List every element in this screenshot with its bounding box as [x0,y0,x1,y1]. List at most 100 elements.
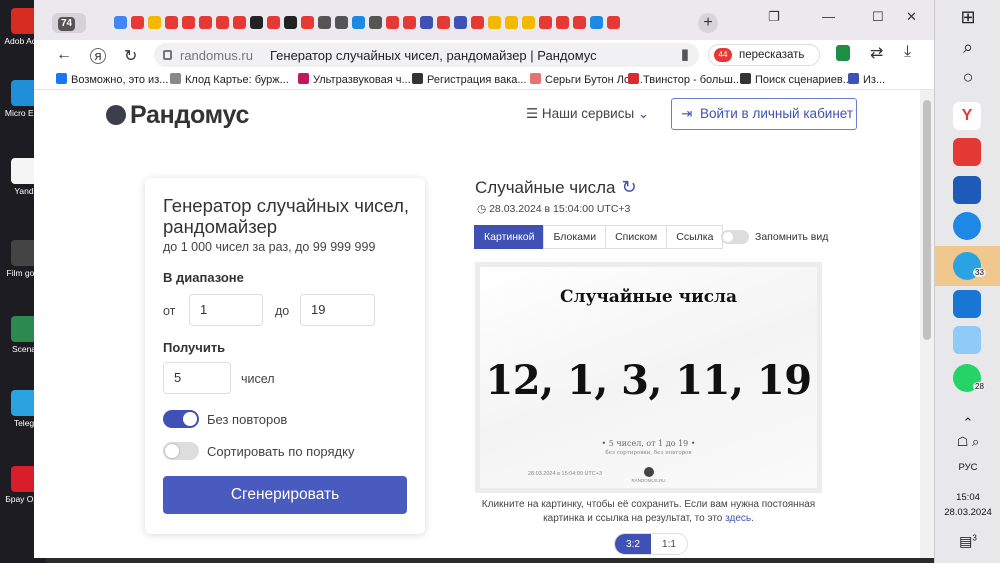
image-logo-icon [644,467,654,477]
sort-toggle[interactable] [163,442,199,460]
tab-favicon-icon[interactable] [403,16,416,29]
bookmark-item[interactable]: Из... [848,73,885,86]
bookmark-item[interactable]: Серьги Бутон Лот... [530,73,643,86]
view-tab[interactable]: Картинкой [474,225,545,249]
ratio-switch: 3:2 1:1 [614,533,688,555]
yandex-icon[interactable]: я [90,48,106,64]
bookmark-label: Возможно, это из... [71,74,169,86]
tab-favicon-icon[interactable] [488,16,501,29]
tab-favicon-icon[interactable] [607,16,620,29]
tab-favicon-icon[interactable] [556,16,569,29]
downloads-icon[interactable]: ⤓ [904,43,911,61]
view-tabs: Картинкой Блоками Списком Ссылка [474,225,724,249]
language-indicator[interactable]: РУС [935,462,1000,473]
bookmark-item[interactable]: Поиск сценариев... [740,73,852,86]
generate-button[interactable]: Сгенерировать [163,476,407,514]
tab-favicon-icon[interactable] [369,16,382,29]
tab-favicon-icon[interactable] [420,16,433,29]
new-tab-button[interactable]: + [698,13,718,33]
count-input[interactable]: 5 [163,362,231,394]
view-tab[interactable]: Ссылка [666,225,724,249]
tab-favicon-icon[interactable] [216,16,229,29]
note-link[interactable]: здесь. [725,513,754,524]
tab-favicon-icon[interactable] [318,16,331,29]
bookmark-icon[interactable]: ▮ [681,45,689,63]
paint-icon[interactable] [953,290,981,318]
task-view-icon[interactable]: ○ [955,64,981,90]
window-restore-icon[interactable]: ❐ [768,9,780,25]
close-icon[interactable]: ✕ [906,9,917,25]
bookmark-item[interactable]: Ультразвуковая ч... [298,73,411,86]
tab-strip [114,16,620,30]
bookmark-item[interactable]: Твинстор - больш... [628,73,742,86]
tab-favicon-icon[interactable] [301,16,314,29]
tray-icons[interactable]: ☖ ⌕ [935,434,1000,450]
bookmark-item[interactable]: Возможно, это из... [56,73,168,86]
bookmark-item[interactable]: Регистрация вака... [412,73,527,86]
url-page-title: Генератор случайных чисел, рандомайзер |… [270,48,597,63]
translate-icon[interactable]: ⇄ [870,43,883,63]
refresh-icon[interactable]: ↻ [622,177,637,197]
sheets-icon[interactable] [836,45,850,61]
pdf-icon[interactable] [953,138,981,166]
to-input[interactable]: 19 [300,294,375,326]
ratio-option[interactable]: 1:1 [651,534,687,554]
clock-date[interactable]: 28.03.2024 [935,507,1000,518]
count-label: Получить [163,340,226,355]
tab-favicon-icon[interactable] [114,16,127,29]
tab-favicon-icon[interactable] [233,16,246,29]
notifications-icon[interactable]: ▤3 [935,533,1000,550]
cloud-icon[interactable] [953,212,981,240]
tab-favicon-icon[interactable] [454,16,467,29]
tab-favicon-icon[interactable] [386,16,399,29]
tab-favicon-icon[interactable] [471,16,484,29]
tab-favicon-icon[interactable] [539,16,552,29]
word-icon[interactable] [953,176,981,204]
tab-favicon-icon[interactable] [590,16,603,29]
tab-favicon-icon[interactable] [250,16,263,29]
ratio-option[interactable]: 3:2 [615,534,651,554]
result-title: Случайные числа ↻ [475,177,637,198]
yandex-browser-icon[interactable]: Y [953,102,981,130]
tab-favicon-icon[interactable] [284,16,297,29]
tray-chevron-icon[interactable]: ⌃ [935,415,1000,431]
remember-view-toggle[interactable]: Запомнить вид [721,230,828,244]
tab-count-button[interactable]: 74 ⌄ [52,13,86,49]
windows-start-icon[interactable]: ⊞ [955,4,981,30]
search-icon[interactable]: ⌕ [955,34,981,60]
tab-favicon-icon[interactable] [505,16,518,29]
bookmark-item[interactable]: Клод Картье: бурж... [170,73,289,86]
tab-favicon-icon[interactable] [131,16,144,29]
login-button[interactable]: ⇥ Войти в личный кабинет [671,98,857,130]
no-repeat-toggle[interactable] [163,410,199,428]
maximize-icon[interactable]: ☐ [872,9,884,25]
taskbar: ⊞ ⌕ ○ Y 33 28 ⌃ ☖ ⌕ РУС 15:04 28.03.2024… [934,0,1000,563]
tab-favicon-icon[interactable] [352,16,365,29]
tab-favicon-icon[interactable] [165,16,178,29]
tab-favicon-icon[interactable] [573,16,586,29]
url-field[interactable]: randomus.ru Генератор случайных чисел, р… [154,43,699,67]
tab-favicon-icon[interactable] [335,16,348,29]
tab-favicon-icon[interactable] [267,16,280,29]
site-logo[interactable]: Рандомус [106,101,249,130]
view-tab[interactable]: Блоками [543,225,607,249]
scrollbar[interactable] [920,90,934,558]
retell-button[interactable]: 44 пересказать [708,44,820,66]
view-tab[interactable]: Списком [605,225,668,249]
minimize-icon[interactable]: — [822,9,835,24]
from-input[interactable]: 1 [189,294,263,326]
tab-favicon-icon[interactable] [199,16,212,29]
tab-favicon-icon[interactable] [522,16,535,29]
to-label: до [275,304,290,318]
settings-app-icon[interactable] [953,326,981,354]
clock-time[interactable]: 15:04 [935,492,1000,503]
tab-favicon-icon[interactable] [437,16,450,29]
services-menu[interactable]: ☰ Наши сервисы ⌄ [526,106,649,122]
scrollbar-thumb[interactable] [923,100,931,340]
browser-window: 74 ⌄ + ❐ — ☐ ✕ ← я ↻ randomus.ru Генерат… [34,0,934,558]
back-icon[interactable]: ← [56,46,72,64]
reload-icon[interactable]: ↻ [124,46,137,66]
result-image[interactable]: Случайные числа 12, 1, 3, 11, 19 • 5 чис… [475,262,822,493]
tab-favicon-icon[interactable] [148,16,161,29]
tab-favicon-icon[interactable] [182,16,195,29]
